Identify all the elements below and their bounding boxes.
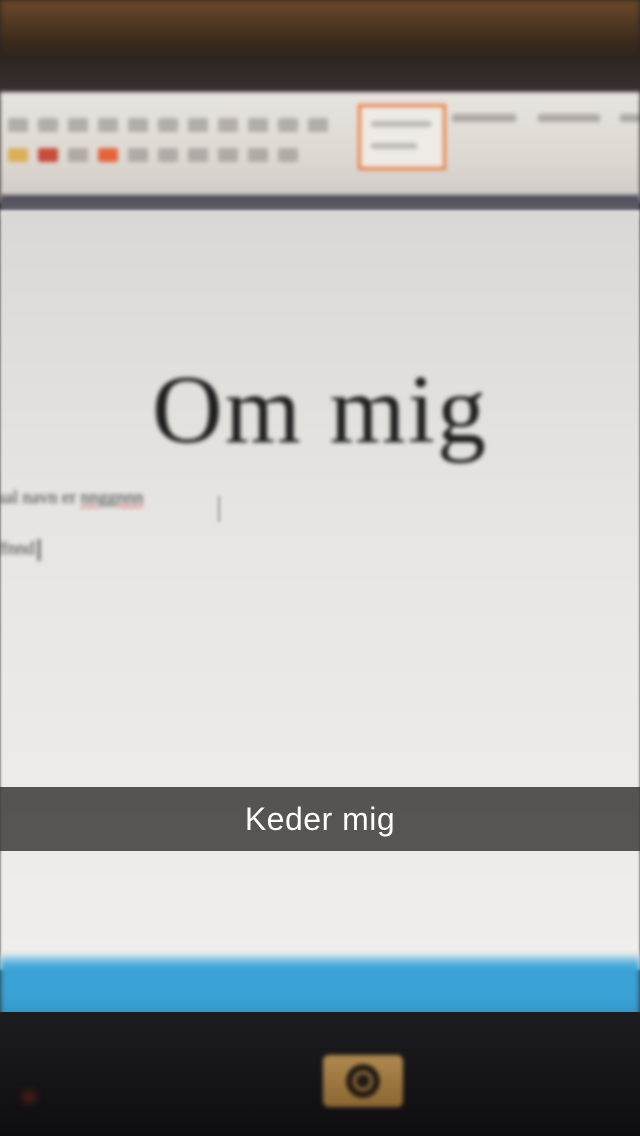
monitor-bezel-bottom [0, 1012, 640, 1136]
highlight-icon [8, 148, 28, 162]
style-preview-line [371, 143, 417, 149]
style-preview [538, 114, 600, 122]
text-cursor [37, 538, 40, 561]
style-preview [452, 114, 516, 122]
align-icon [128, 148, 148, 162]
ribbon-icon [308, 118, 328, 132]
power-led [22, 1090, 36, 1104]
paragraph-icon [98, 148, 118, 162]
photo: Om mig ual navn er nnggnnn ffnnd [0, 0, 640, 1136]
font-color-icon [38, 148, 58, 162]
body-text: ffnnd [0, 538, 35, 558]
word-status-bar [0, 955, 640, 1020]
style-normal-selected [358, 104, 446, 170]
ribbon-icon [68, 118, 88, 132]
ribbon-icon [278, 148, 298, 162]
body-text: ual navn er [0, 487, 81, 507]
ribbon-icon [248, 148, 268, 162]
hp-logo-disk [346, 1064, 380, 1098]
style-preview [620, 114, 640, 122]
ibeam-cursor-icon [214, 496, 224, 522]
style-preview-line [371, 121, 431, 127]
document-heading: Om mig [152, 356, 488, 464]
ribbon-icon [8, 118, 28, 132]
ribbon-icon [248, 118, 268, 132]
word-ribbon [0, 92, 640, 202]
ribbon-icon [218, 118, 238, 132]
ribbon-icon [68, 148, 88, 162]
align-icon [158, 148, 178, 162]
ribbon-icon [128, 118, 148, 132]
misspelled-word: nnggnnn [80, 487, 144, 507]
ribbon-icon [218, 148, 238, 162]
align-icon [188, 148, 208, 162]
ribbon-row-bottom [8, 144, 298, 166]
ribbon-icon [158, 118, 178, 132]
ribbon-icon [38, 118, 58, 132]
snap-caption-text: Keder mig [244, 800, 396, 837]
snap-caption-bar: Keder mig [0, 787, 640, 851]
document-body-line: ual navn er nnggnnn [0, 487, 143, 508]
ribbon-icon [188, 118, 208, 132]
hp-logo-icon [323, 1055, 403, 1107]
ribbon-icon [278, 118, 298, 132]
document-body-line: ffnnd [0, 538, 40, 561]
document-page [0, 210, 640, 970]
ribbon-icon [98, 118, 118, 132]
ribbon-row-top [8, 114, 328, 136]
